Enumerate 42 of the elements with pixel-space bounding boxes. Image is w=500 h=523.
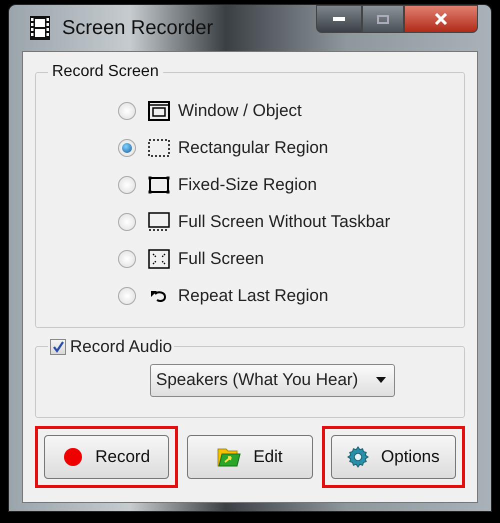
checkbox[interactable]: [50, 338, 66, 355]
close-icon: [434, 13, 448, 25]
maximize-button[interactable]: [362, 5, 404, 33]
radio-button[interactable]: [118, 286, 136, 304]
gear-icon: [347, 446, 370, 468]
checkbox-label: Record Audio: [70, 336, 172, 358]
option-label: Window / Object: [178, 100, 302, 122]
minimize-button[interactable]: [316, 5, 362, 33]
radio-option[interactable]: Repeat Last Region: [118, 277, 454, 314]
option-label: Fixed-Size Region: [178, 174, 317, 196]
radio-option[interactable]: Rectangular Region: [118, 129, 454, 166]
radio-button[interactable]: [118, 102, 136, 120]
dashed-rectangle-icon: [148, 138, 170, 158]
expand-icon: [148, 248, 170, 268]
window-icon: [148, 100, 170, 120]
radio-option[interactable]: Full Screen: [118, 240, 454, 277]
folder-icon: [217, 446, 242, 468]
radio-button[interactable]: [118, 138, 136, 156]
radio-option[interactable]: Fixed-Size Region: [118, 166, 454, 203]
action-button[interactable]: Options: [330, 435, 456, 479]
close-button[interactable]: [404, 5, 478, 33]
film-icon: [30, 16, 50, 40]
audio-device-dropdown[interactable]: Speakers (What You Hear): [150, 364, 395, 396]
radio-button[interactable]: [118, 250, 136, 268]
action-button[interactable]: Record: [44, 435, 170, 479]
rectangle-corners-icon: [148, 174, 170, 194]
radio-option[interactable]: Full Screen Without Taskbar: [118, 203, 454, 240]
dropdown-value: Speakers (What You Hear): [156, 369, 358, 392]
radio-button[interactable]: [118, 176, 136, 194]
option-label: Full Screen Without Taskbar: [178, 210, 390, 233]
option-label: Rectangular Region: [178, 136, 328, 159]
window-title: Screen Recorder: [62, 16, 214, 41]
action-button[interactable]: Edit: [187, 435, 313, 479]
option-label: Repeat Last Region: [178, 284, 328, 307]
radio-option[interactable]: Window / Object: [118, 92, 454, 129]
option-label: Full Screen: [178, 248, 264, 270]
screen-icon: [148, 212, 170, 232]
check-icon: [52, 340, 64, 353]
radio-button[interactable]: [118, 212, 136, 230]
record-icon: [63, 447, 84, 467]
group-title: Record Screen: [51, 62, 160, 82]
dropdown-arrow-icon: [376, 377, 386, 383]
